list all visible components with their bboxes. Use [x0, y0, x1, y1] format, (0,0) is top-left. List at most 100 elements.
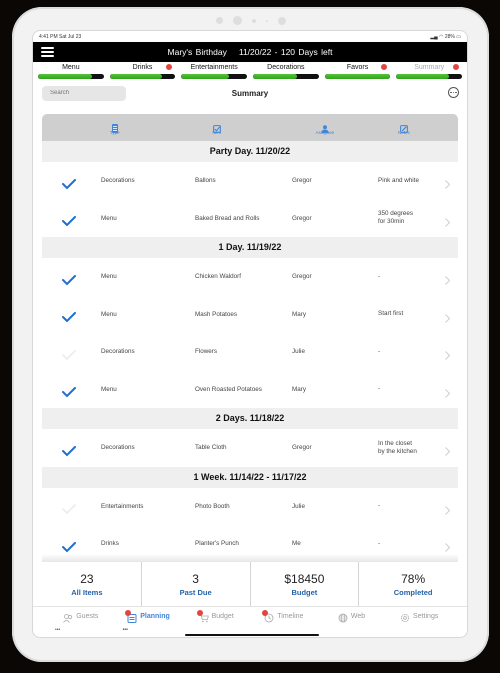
wifi-icon: ◠	[439, 33, 444, 40]
stat-past-due[interactable]: 3 Past Due	[142, 562, 251, 606]
column-header-label: Notes	[398, 130, 410, 135]
category-label: Menu	[62, 64, 80, 71]
chevron-right-icon[interactable]	[445, 347, 451, 361]
stat-all-items[interactable]: 23 All Items	[33, 562, 142, 606]
battery-percent: 28%	[444, 33, 455, 40]
chevron-right-icon[interactable]	[445, 539, 451, 553]
edit-icon	[399, 120, 408, 133]
status-date: Sat Jul 23	[59, 33, 82, 40]
task-notes: -	[378, 385, 381, 393]
stat-value: 78%	[401, 571, 426, 586]
scroll-fade	[42, 554, 458, 562]
task-row[interactable]: Decorations Flowers Julie -	[42, 333, 458, 371]
checkmark-done-icon[interactable]	[62, 176, 76, 190]
category-tab-favors[interactable]: Favors	[322, 63, 394, 81]
home-indicator[interactable]	[185, 634, 319, 636]
chevron-right-icon[interactable]	[445, 272, 451, 286]
tab-label: Timeline	[277, 613, 304, 620]
task-row[interactable]: Menu Chicken Waldorf Gregor -	[42, 258, 458, 296]
category-tab-summary[interactable]: Summary	[393, 63, 465, 81]
stat-label: Past Due	[179, 587, 212, 597]
checkmark-done-icon[interactable]	[62, 272, 76, 286]
task-type: Decorations	[101, 177, 135, 185]
stat-value: $18450	[284, 571, 325, 586]
task-row[interactable]: Entertainments Photo Booth Julie -	[42, 487, 458, 525]
task-type: Decorations	[101, 348, 135, 356]
task-assignee: Me	[292, 540, 301, 548]
search-row: Summary	[33, 81, 467, 105]
category-tab-drinks[interactable]: Drinks	[107, 63, 179, 81]
more-options-icon[interactable]	[448, 87, 459, 98]
stat-budget[interactable]: $18450 Budget	[251, 562, 360, 606]
tab-web[interactable]: Web	[318, 607, 386, 637]
task-type: Menu	[101, 310, 117, 318]
category-label: Drinks	[132, 64, 153, 71]
task-row[interactable]: Menu Oven Roasted Potatoes Mary -	[42, 370, 458, 408]
column-header-assignee[interactable]: Assignee	[283, 114, 366, 141]
task-assignee: Gregor	[292, 177, 312, 185]
checkmark-done-icon[interactable]	[62, 443, 76, 457]
task-row[interactable]: Menu Mash Potatoes Mary Start first	[42, 295, 458, 333]
category-tab-entertainments[interactable]: Entertainments	[178, 63, 250, 81]
checkmark-pending-icon[interactable]	[62, 501, 76, 515]
alert-badge-icon	[381, 64, 388, 70]
list-icon	[111, 120, 119, 133]
column-header-item[interactable]: Item	[188, 114, 246, 141]
task-assignee: Julie	[292, 502, 305, 510]
category-progress-bar	[253, 74, 319, 79]
stat-value: 3	[192, 571, 199, 586]
column-header: Type Item Assignee Notes	[42, 114, 458, 141]
category-label: Summary	[414, 64, 445, 71]
chevron-right-icon[interactable]	[445, 502, 451, 515]
task-row[interactable]: Menu Baked Bread and Rolls Gregor 350 degre…	[42, 199, 458, 237]
task-type: Drinks	[101, 540, 119, 548]
checkmark-done-icon[interactable]	[62, 539, 76, 553]
category-progress-bar	[324, 74, 391, 79]
task-row[interactable]: Decorations Table Cloth Gregor In the close…	[42, 429, 458, 467]
search-input[interactable]	[42, 85, 126, 101]
task-item: Planter's Punch	[195, 540, 239, 548]
chevron-right-icon[interactable]	[445, 443, 451, 457]
chevron-right-icon[interactable]	[445, 310, 451, 323]
section-header: 1 Week. 11/14/22 - 11/17/22	[42, 466, 458, 488]
chevron-right-icon[interactable]	[445, 214, 451, 227]
category-tabs: Menu Drinks Entertainments Decorations Favor…	[33, 62, 467, 81]
tab-guests[interactable]: Guests •••	[47, 607, 115, 637]
task-item: Mash Potatoes	[195, 310, 238, 318]
category-tab-decorations[interactable]: Decorations	[250, 63, 322, 81]
event-date-info: 11/20/22 - 120 Days left	[238, 47, 333, 57]
column-header-notes[interactable]: Notes	[375, 114, 433, 141]
tab-planning[interactable]: Planning •••	[115, 607, 183, 637]
tab-label: Planning	[140, 613, 170, 620]
chevron-right-icon[interactable]	[445, 176, 451, 190]
checkmark-done-icon[interactable]	[62, 213, 76, 227]
tab-settings[interactable]: Settings	[385, 607, 453, 637]
signal-icon: ▂▄	[430, 33, 438, 40]
task-list[interactable]: Type Item Assignee Notes Party Day. 11/20/2…	[42, 114, 458, 562]
alert-badge-icon	[166, 64, 173, 70]
category-progress-fill	[181, 74, 230, 79]
checkmark-done-icon[interactable]	[62, 384, 76, 398]
checkmark-done-icon[interactable]	[62, 309, 76, 323]
section-header: 1 Day. 11/19/22	[42, 237, 458, 258]
event-title: Mary's Birthday 11/20/22 - 120 Days left	[33, 47, 467, 57]
stat-label: Completed	[393, 587, 433, 597]
tab-label: Web	[350, 613, 366, 620]
event-name: Mary's Birthday	[167, 47, 227, 57]
chevron-right-icon[interactable]	[445, 385, 451, 398]
category-label: Decorations	[267, 64, 305, 71]
notification-badge-icon	[196, 610, 203, 616]
task-row[interactable]: Decorations Ballons Gregor Pink and white	[42, 162, 458, 200]
category-label: Favors	[346, 64, 369, 71]
hamburger-menu-icon[interactable]	[41, 47, 54, 57]
category-progress-bar	[181, 74, 248, 79]
category-progress-fill	[109, 74, 163, 79]
planning-icon	[125, 610, 137, 623]
column-header-type[interactable]: Type	[79, 114, 150, 141]
category-tab-menu[interactable]: Menu	[35, 63, 107, 81]
stat-completed[interactable]: 78% Completed	[359, 562, 467, 606]
checkmark-pending-icon[interactable]	[62, 347, 76, 360]
task-assignee: Gregor	[292, 214, 312, 222]
task-assignee: Gregor	[292, 273, 312, 281]
task-notes: -	[378, 539, 381, 547]
